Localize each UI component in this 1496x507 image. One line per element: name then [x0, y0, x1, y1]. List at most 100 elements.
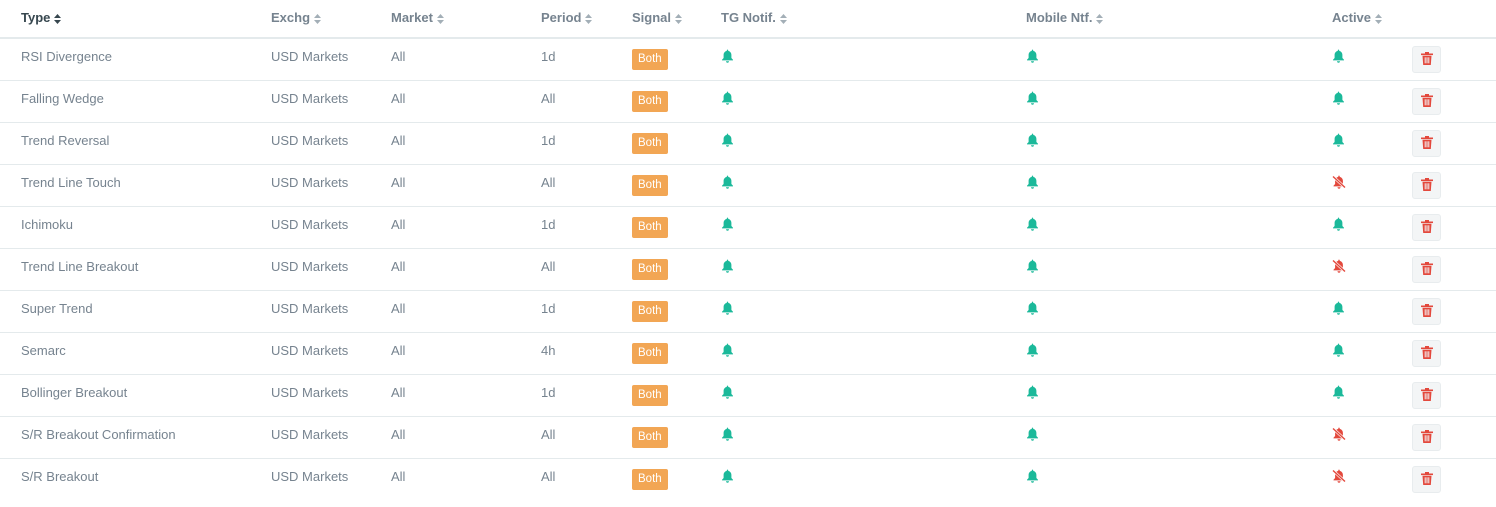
bell-icon[interactable]	[1332, 385, 1346, 399]
bell-icon[interactable]	[1332, 49, 1346, 63]
mobile-notif-cell	[1005, 290, 1311, 333]
market-cell: All	[370, 332, 520, 375]
delete-button[interactable]	[1412, 298, 1441, 325]
exchange-cell: USD Markets	[250, 206, 370, 249]
actions-cell	[1391, 290, 1496, 333]
delete-button[interactable]	[1412, 424, 1441, 451]
delete-button[interactable]	[1412, 340, 1441, 367]
period-text: 1d	[541, 301, 556, 316]
bell-icon[interactable]	[1026, 343, 1040, 357]
type-text: S/R Breakout Confirmation	[21, 427, 176, 442]
signal-cell: Both	[611, 459, 700, 501]
type-cell: S/R Breakout Confirmation	[0, 416, 250, 459]
actions-cell	[1391, 374, 1496, 417]
bell-icon[interactable]	[721, 259, 735, 273]
type-text: RSI Divergence	[21, 49, 113, 64]
bell-icon[interactable]	[721, 427, 735, 441]
exchange-text: USD Markets	[271, 133, 349, 148]
period-text: 4h	[541, 343, 556, 358]
bell-slash-icon[interactable]	[1332, 259, 1346, 273]
column-header-tg-notif[interactable]: TG Notif.	[700, 0, 1005, 39]
tg-notif-cell	[700, 374, 1005, 417]
signal-badge: Both	[632, 259, 668, 280]
type-cell: Falling Wedge	[0, 80, 250, 123]
actions-cell	[1391, 248, 1496, 291]
column-header-active[interactable]: Active	[1311, 0, 1391, 39]
column-header-mobile-notif[interactable]: Mobile Ntf.	[1005, 0, 1311, 39]
table-row: Falling Wedge USD Markets All All Both	[0, 80, 1496, 123]
signal-cell: Both	[611, 38, 700, 81]
delete-button[interactable]	[1412, 256, 1441, 283]
bell-slash-icon[interactable]	[1332, 427, 1346, 441]
table-header-row: Type Exchg Market Period Signal TG Notif…	[0, 0, 1496, 39]
delete-button[interactable]	[1412, 214, 1441, 241]
column-header-market[interactable]: Market	[370, 0, 520, 39]
column-header-signal[interactable]: Signal	[611, 0, 700, 39]
type-text: Semarc	[21, 343, 66, 358]
market-text: All	[391, 217, 406, 232]
bell-icon[interactable]	[1026, 469, 1040, 483]
bell-icon[interactable]	[1026, 385, 1040, 399]
delete-button[interactable]	[1412, 382, 1441, 409]
delete-button[interactable]	[1412, 466, 1441, 493]
market-text: All	[391, 469, 406, 484]
bell-icon[interactable]	[721, 385, 735, 399]
bell-slash-icon[interactable]	[1332, 469, 1346, 483]
bell-icon[interactable]	[1026, 301, 1040, 315]
exchange-text: USD Markets	[271, 49, 349, 64]
bell-slash-icon[interactable]	[1332, 175, 1346, 189]
period-cell: 1d	[520, 374, 611, 417]
type-text: S/R Breakout	[21, 469, 99, 484]
exchange-cell: USD Markets	[250, 38, 370, 81]
exchange-text: USD Markets	[271, 343, 349, 358]
bell-icon[interactable]	[721, 91, 735, 105]
bell-icon[interactable]	[721, 217, 735, 231]
bell-icon[interactable]	[721, 175, 735, 189]
column-header-type[interactable]: Type	[0, 0, 250, 39]
bell-icon[interactable]	[721, 343, 735, 357]
bell-icon[interactable]	[1332, 301, 1346, 315]
bell-icon[interactable]	[721, 133, 735, 147]
market-cell: All	[370, 80, 520, 123]
type-cell: Super Trend	[0, 290, 250, 333]
sort-icon	[675, 12, 683, 27]
period-cell: All	[520, 416, 611, 459]
market-text: All	[391, 385, 406, 400]
bell-icon[interactable]	[721, 469, 735, 483]
tg-notif-cell	[700, 290, 1005, 333]
type-text: Super Trend	[21, 301, 93, 316]
bell-icon[interactable]	[1026, 133, 1040, 147]
bell-icon[interactable]	[1026, 49, 1040, 63]
delete-button[interactable]	[1412, 46, 1441, 73]
signal-badge: Both	[632, 301, 668, 322]
bell-icon[interactable]	[1026, 175, 1040, 189]
bell-icon[interactable]	[1026, 427, 1040, 441]
bell-icon[interactable]	[1026, 217, 1040, 231]
active-cell	[1311, 459, 1391, 501]
bell-icon[interactable]	[1332, 133, 1346, 147]
delete-button[interactable]	[1412, 172, 1441, 199]
sort-icon	[314, 12, 322, 27]
mobile-notif-cell	[1005, 332, 1311, 375]
column-header-period[interactable]: Period	[520, 0, 611, 39]
bell-icon[interactable]	[1026, 259, 1040, 273]
exchange-text: USD Markets	[271, 217, 349, 232]
period-text: 1d	[541, 385, 556, 400]
delete-button[interactable]	[1412, 130, 1441, 157]
bell-icon[interactable]	[1332, 91, 1346, 105]
active-cell	[1311, 416, 1391, 459]
type-text: Ichimoku	[21, 217, 74, 232]
period-text: All	[541, 259, 556, 274]
table-row: Trend Line Breakout USD Markets All All …	[0, 248, 1496, 291]
bell-icon[interactable]	[721, 49, 735, 63]
actions-cell	[1391, 416, 1496, 459]
bell-icon[interactable]	[1332, 217, 1346, 231]
bell-icon[interactable]	[1332, 343, 1346, 357]
bell-icon[interactable]	[721, 301, 735, 315]
actions-cell	[1391, 332, 1496, 375]
active-cell	[1311, 248, 1391, 291]
delete-button[interactable]	[1412, 88, 1441, 115]
column-header-exchange[interactable]: Exchg	[250, 0, 370, 39]
bell-icon[interactable]	[1026, 91, 1040, 105]
market-cell: All	[370, 206, 520, 249]
